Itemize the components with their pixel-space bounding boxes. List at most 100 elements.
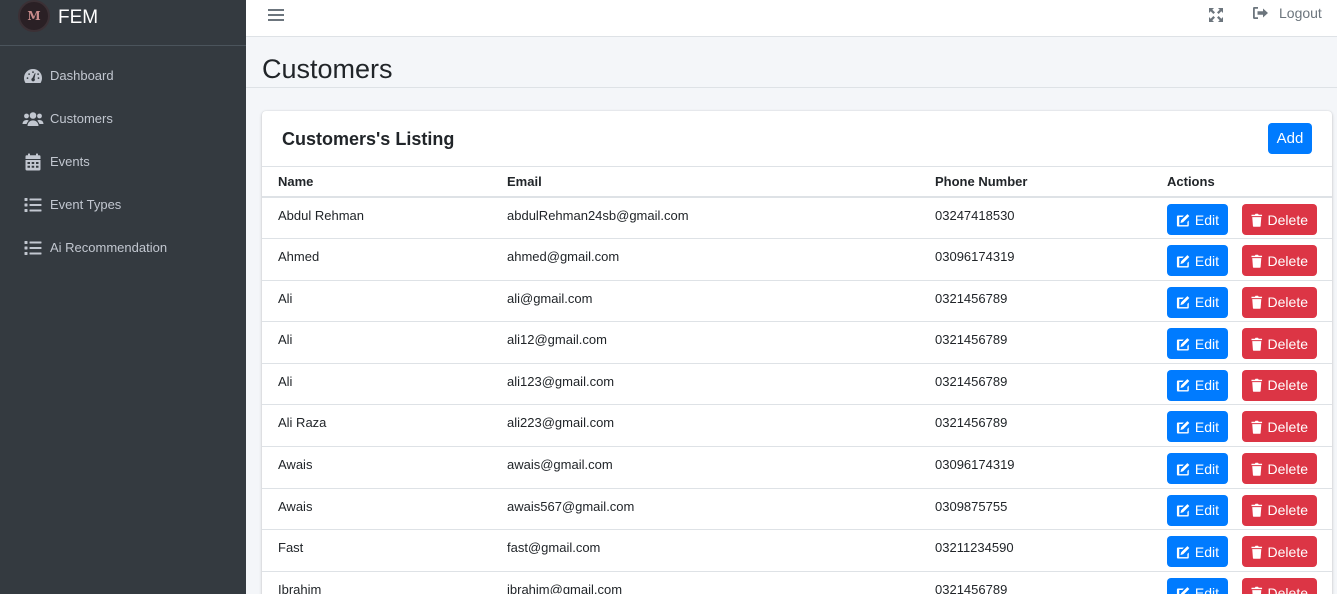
delete-label: Delete [1267,418,1308,435]
sidebar-item-label: Dashboard [50,68,114,83]
trash-icon [1251,503,1263,517]
sidebar-item-events[interactable]: Events [0,140,246,183]
delete-button[interactable]: Delete [1242,328,1317,360]
edit-label: Edit [1194,252,1219,269]
cell-phone: 0321456789 [919,363,1151,406]
edit-icon [1176,421,1190,434]
cell-name: Ibrahim [262,571,491,594]
delete-label: Delete [1267,585,1308,594]
trash-icon [1251,295,1263,309]
edit-icon [1176,587,1190,594]
trash-icon [1251,420,1263,434]
cell-actions: Edit Delete [1151,488,1332,531]
delete-button[interactable]: Delete [1242,494,1317,526]
column-header-name: Name [262,167,491,198]
delete-button[interactable]: Delete [1242,536,1317,568]
delete-button[interactable]: Delete [1242,369,1317,401]
cell-phone: 0321456789 [919,280,1151,323]
edit-button[interactable]: Edit [1167,453,1228,485]
cell-email: fast@gmail.com [491,529,919,572]
cell-email: ali12@gmail.com [491,321,919,364]
sidebar-item-dashboard[interactable]: Dashboard [0,54,246,97]
edit-label: Edit [1194,211,1219,228]
delete-label: Delete [1267,335,1308,352]
column-header-actions: Actions [1151,167,1332,198]
edit-button[interactable]: Edit [1167,411,1228,443]
edit-button[interactable]: Edit [1167,577,1228,594]
delete-button[interactable]: Delete [1242,577,1317,594]
cell-actions: Edit Delete [1151,571,1332,594]
cell-phone: 0321456789 [919,404,1151,448]
table-row: Awais awais@gmail.com 03096174319 Edit Delet… [262,446,1332,489]
cell-actions: Edit Delete [1151,404,1332,448]
cell-name: Ali [262,280,491,323]
list-icon [22,239,44,257]
column-header-phone: Phone Number [919,167,1151,198]
edit-button[interactable]: Edit [1167,204,1228,235]
logout-label: Logout [1279,5,1322,21]
sidebar-item-event-types[interactable]: Event Types [0,183,246,226]
cell-actions: Edit Delete [1151,363,1332,406]
delete-label: Delete [1267,294,1308,311]
table-row: Ibrahim ibrahim@gmail.com 0321456789 Edit De… [262,571,1332,594]
customers-table: Name Email Phone Number Actions Abdul Re… [262,167,1332,594]
edit-button[interactable]: Edit [1167,536,1228,568]
cell-email: abdulRehman24sb@gmail.com [491,197,919,240]
trash-icon [1251,545,1263,559]
edit-label: Edit [1194,543,1219,560]
edit-label: Edit [1194,377,1219,394]
column-header-email: Email [491,167,919,198]
delete-label: Delete [1267,377,1308,394]
sidebar: M FEM Dashboard Customers Events Event T… [0,0,246,594]
cell-actions: Edit Delete [1151,280,1332,323]
add-button[interactable]: Add [1268,123,1312,154]
edit-label: Edit [1194,502,1219,519]
cell-email: awais@gmail.com [491,446,919,489]
logout-link[interactable]: Logout [1252,5,1322,21]
cell-name: Abdul Rehman [262,197,491,240]
sidebar-item-label: Ai Recommendation [50,240,168,255]
table-header-row: Name Email Phone Number Actions [262,167,1332,198]
edit-icon [1176,462,1190,476]
brand-link[interactable]: M FEM [0,0,246,46]
trash-icon [1251,213,1263,227]
edit-label: Edit [1194,585,1219,594]
list-icon [22,196,44,214]
edit-button[interactable]: Edit [1167,286,1228,318]
customers-card: Customers's Listing Add Name Email Phone… [262,111,1332,594]
table-row: Fast fast@gmail.com 03211234590 Edit Delete [262,529,1332,572]
sidebar-nav: Dashboard Customers Events Event Types A… [0,46,246,269]
cell-phone: 03247418530 [919,197,1151,240]
cell-actions: Edit Delete [1151,446,1332,489]
delete-button[interactable]: Delete [1242,411,1317,443]
edit-button[interactable]: Edit [1167,245,1228,277]
tachometer-icon [22,67,44,85]
sidebar-item-customers[interactable]: Customers [0,97,246,140]
cell-actions: Edit Delete [1151,197,1332,240]
hamburger-menu-icon[interactable] [268,7,284,23]
table-row: Ali ali123@gmail.com 0321456789 Edit Delete [262,363,1332,406]
users-icon [22,110,44,128]
sidebar-item-ai-recommendation[interactable]: Ai Recommendation [0,226,246,269]
edit-button[interactable]: Edit [1167,369,1228,401]
cell-name: Ali [262,321,491,364]
trash-icon [1251,254,1263,268]
delete-button[interactable]: Delete [1242,286,1317,318]
table-row: Ahmed ahmed@gmail.com 03096174319 Edit Delet… [262,238,1332,281]
delete-button[interactable]: Delete [1242,453,1317,485]
sidebar-item-label: Customers [50,111,113,126]
table-row: Ali Raza ali223@gmail.com 0321456789 Edit De… [262,404,1332,448]
fullscreen-icon[interactable] [1208,7,1224,23]
cell-name: Awais [262,488,491,531]
edit-button[interactable]: Edit [1167,328,1228,360]
trash-icon [1251,462,1263,476]
delete-button[interactable]: Delete [1242,204,1317,235]
edit-label: Edit [1194,460,1219,477]
edit-icon [1176,379,1190,392]
delete-label: Delete [1267,252,1308,269]
delete-button[interactable]: Delete [1242,245,1317,277]
edit-label: Edit [1194,335,1219,352]
content-header: Customers [246,37,1337,88]
edit-button[interactable]: Edit [1167,494,1228,526]
cell-phone: 03211234590 [919,529,1151,572]
